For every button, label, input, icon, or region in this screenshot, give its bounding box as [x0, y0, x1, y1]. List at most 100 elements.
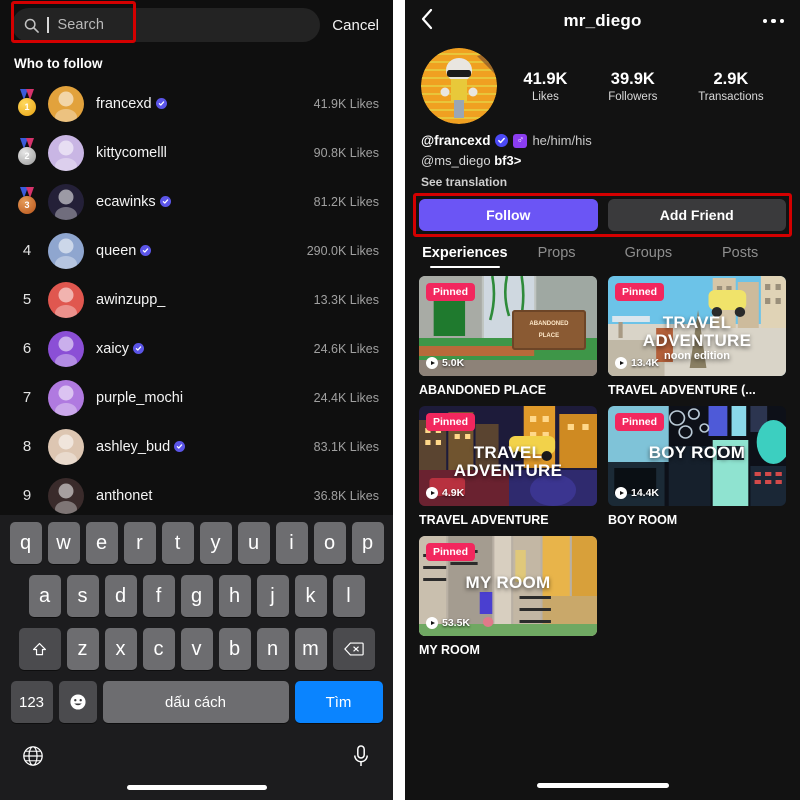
follow-list-item[interactable]: 2 kittycomelll 90.8K Likes	[0, 128, 393, 177]
stat-transactions[interactable]: 2.9K Transactions	[698, 70, 763, 103]
panel-divider	[393, 0, 405, 800]
profile-bio: @francexd ♂ he/him/his @ms_diego bf3> Se…	[405, 124, 800, 189]
key-k[interactable]: k	[294, 575, 327, 617]
space-key[interactable]: dấu cách	[102, 681, 289, 723]
avatar[interactable]	[48, 330, 84, 367]
follow-button[interactable]: Follow	[419, 199, 598, 231]
follow-list-item[interactable]: 4 queen 290.0K Likes	[0, 226, 393, 275]
tab-experiences[interactable]: Experiences	[419, 245, 511, 268]
avatar[interactable]	[48, 183, 84, 220]
bio-text: bf3>	[494, 153, 522, 168]
username-label: francexd	[96, 96, 314, 112]
follow-list-item[interactable]: 3 ecawinks 81.2K Likes	[0, 177, 393, 226]
play-count: 13.4K	[615, 357, 659, 369]
bio-mentioned-handle[interactable]: @ms_diego	[421, 153, 491, 168]
add-friend-button[interactable]: Add Friend	[607, 199, 786, 231]
key-t[interactable]: t	[161, 522, 194, 564]
backspace-key[interactable]	[332, 628, 375, 670]
experience-card[interactable]: TRAVEL ADVENTURE noon edition Pinned 13.4K T…	[608, 276, 786, 397]
follow-list-item[interactable]: 6 xaicy 24.6K Likes	[0, 324, 393, 373]
profile-avatar[interactable]	[421, 48, 497, 124]
profile-actions-wrapper: Follow Add Friend	[413, 193, 792, 237]
experience-thumbnail[interactable]: MY ROOM Pinned 53.5K	[419, 536, 597, 636]
key-i[interactable]: i	[275, 522, 308, 564]
username-label: anthonet	[96, 488, 314, 504]
username-text: awinzupp_	[96, 291, 166, 308]
follow-list-item[interactable]: 1 francexd 41.9K Likes	[0, 79, 393, 128]
experience-card[interactable]: MY ROOM Pinned 53.5K MY ROOM	[419, 536, 597, 657]
experience-thumbnail[interactable]: TRAVEL ADVENTURE noon edition Pinned 13.4K	[608, 276, 786, 376]
key-w[interactable]: w	[47, 522, 80, 564]
key-o[interactable]: o	[313, 522, 346, 564]
experience-card[interactable]: BOY ROOM Pinned 14.4K BOY ROOM	[608, 406, 786, 527]
key-m[interactable]: m	[294, 628, 327, 670]
stat-likes[interactable]: 41.9K Likes	[523, 70, 567, 103]
play-count-value: 53.5K	[442, 617, 471, 629]
onscreen-keyboard: qwertyuiop asdfghjkl zxcvbnm 123 dấu các…	[0, 515, 393, 800]
play-icon	[426, 487, 438, 499]
experience-card[interactable]: ABANDONED PLACE Pinned 5.0K ABANDONED PLACE	[419, 276, 597, 397]
globe-icon[interactable]	[22, 745, 44, 767]
cancel-button[interactable]: Cancel	[330, 13, 381, 38]
keyboard-bottom-row	[0, 734, 393, 768]
key-a[interactable]: a	[28, 575, 61, 617]
follow-list-item[interactable]: 7 purple_mochi 24.4K Likes	[0, 373, 393, 422]
rank-indicator: 6	[12, 340, 42, 357]
key-g[interactable]: g	[180, 575, 213, 617]
key-z[interactable]: z	[66, 628, 99, 670]
experience-thumbnail[interactable]: ABANDONED PLACE Pinned 5.0K	[419, 276, 597, 376]
rank-indicator: 8	[12, 438, 42, 455]
key-f[interactable]: f	[142, 575, 175, 617]
see-translation-link[interactable]: See translation	[421, 175, 784, 189]
key-p[interactable]: p	[351, 522, 384, 564]
avatar[interactable]	[48, 232, 84, 269]
play-count-value: 4.9K	[442, 487, 465, 499]
rank-number: 9	[22, 487, 32, 504]
shift-key[interactable]	[18, 628, 61, 670]
avatar[interactable]	[48, 428, 84, 465]
experience-thumbnail[interactable]: BOY ROOM Pinned 14.4K	[608, 406, 786, 506]
play-count: 4.9K	[426, 487, 464, 499]
experience-card[interactable]: TRAVEL ADVENTURE Pinned 4.9K TRAVEL ADVENTU…	[419, 406, 597, 527]
key-d[interactable]: d	[104, 575, 137, 617]
avatar[interactable]	[48, 85, 84, 122]
search-submit-key[interactable]: Tìm	[294, 681, 383, 723]
key-l[interactable]: l	[332, 575, 365, 617]
search-input[interactable]: Search	[12, 8, 321, 42]
avatar[interactable]	[48, 477, 84, 514]
pinned-badge: Pinned	[615, 413, 665, 431]
key-b[interactable]: b	[218, 628, 251, 670]
stat-followers[interactable]: 39.9K Followers	[608, 70, 657, 103]
avatar[interactable]	[48, 281, 84, 318]
tab-posts[interactable]: Posts	[694, 245, 786, 268]
tab-props[interactable]: Props	[511, 245, 603, 268]
key-v[interactable]: v	[180, 628, 213, 670]
emoji-smiley-icon[interactable]	[58, 681, 97, 723]
key-s[interactable]: s	[66, 575, 99, 617]
follow-list-item[interactable]: 9 anthonet 36.8K Likes	[0, 471, 393, 520]
key-r[interactable]: r	[123, 522, 156, 564]
play-icon	[426, 617, 438, 629]
likes-count: 24.4K Likes	[313, 390, 379, 405]
key-y[interactable]: y	[199, 522, 232, 564]
experience-thumbnail[interactable]: TRAVEL ADVENTURE Pinned 4.9K	[419, 406, 597, 506]
username-text: queen	[96, 242, 137, 259]
microphone-icon[interactable]	[351, 744, 371, 768]
avatar[interactable]	[48, 134, 84, 171]
pinned-badge: Pinned	[615, 283, 665, 301]
key-j[interactable]: j	[256, 575, 289, 617]
key-c[interactable]: c	[142, 628, 175, 670]
key-h[interactable]: h	[218, 575, 251, 617]
key-e[interactable]: e	[85, 522, 118, 564]
follow-list-item[interactable]: 8 ashley_bud 83.1K Likes	[0, 422, 393, 471]
key-q[interactable]: q	[9, 522, 42, 564]
back-chevron-icon[interactable]	[421, 8, 443, 35]
more-options-icon[interactable]	[762, 18, 784, 24]
key-x[interactable]: x	[104, 628, 137, 670]
follow-list-item[interactable]: 5 awinzupp_ 13.3K Likes	[0, 275, 393, 324]
tab-groups[interactable]: Groups	[603, 245, 695, 268]
key-u[interactable]: u	[237, 522, 270, 564]
avatar[interactable]	[48, 379, 84, 416]
numbers-key[interactable]: 123	[10, 681, 53, 723]
key-n[interactable]: n	[256, 628, 289, 670]
